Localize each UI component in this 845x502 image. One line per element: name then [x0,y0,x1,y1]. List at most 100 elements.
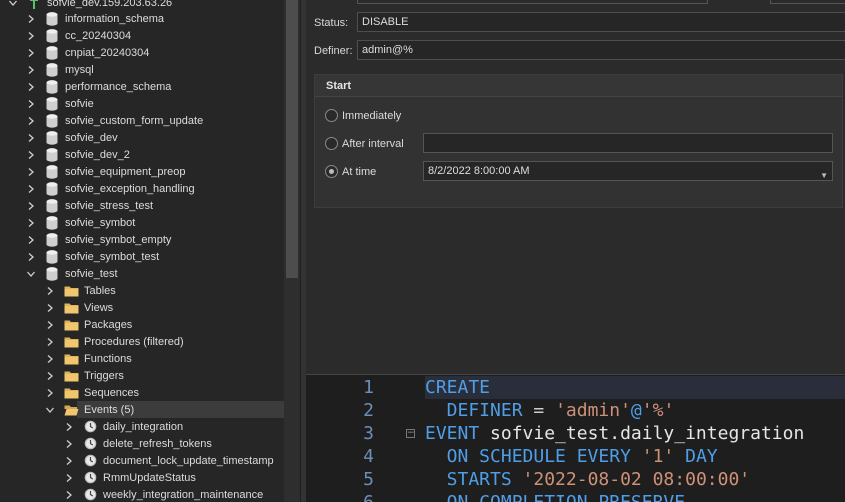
at-time-value: 8/2/2022 8:00:00 AM [428,165,530,177]
tree-node-label: sofvie_stress_test [65,199,154,212]
chevron-right-icon[interactable] [26,44,36,61]
chevron-right-icon[interactable] [45,316,55,333]
database-icon [44,215,60,230]
database-node[interactable]: sofvie [0,95,284,112]
chevron-right-icon[interactable] [26,248,36,265]
events-folder-node[interactable]: Events (5) [46,401,284,418]
folder-icon [63,318,79,332]
folder-node[interactable]: Views [0,299,284,316]
immediately-option[interactable]: Immediately [325,109,401,122]
code-line-6: ON COMPLETION PRESERVE [425,491,845,502]
database-node[interactable]: sofvie_symbot_empty [0,231,284,248]
chevron-right-icon[interactable] [45,350,55,367]
name-field-partial[interactable] [357,0,708,4]
clock-icon [82,454,98,468]
database-node[interactable]: cnpiat_20240304 [0,44,284,61]
database-node[interactable]: mysql [0,61,284,78]
code-line-3: EVENT sofvie_test.daily_integration [425,423,805,444]
tree-node-label: RmmUpdateStatus [103,471,196,484]
folder-icon [63,335,79,349]
chevron-right-icon[interactable] [26,61,36,78]
chevron-right-icon[interactable] [26,112,36,129]
tree-node-label: sofvie [65,97,94,110]
event-node[interactable]: daily_integration [0,418,284,435]
tree-node-label: Procedures (filtered) [84,335,184,348]
database-icon [44,164,60,179]
chevron-right-icon[interactable] [26,78,36,95]
chevron-right-icon[interactable] [26,231,36,248]
database-node[interactable]: sofvie_custom_form_update [0,112,284,129]
tree-node-label: sofvie_symbot_test [65,250,160,263]
chevron-down-icon[interactable]: ▼ [820,167,828,185]
chevron-right-icon[interactable] [26,10,36,27]
definer-field[interactable]: admin@% [357,40,845,60]
database-node[interactable]: sofvie_dev [0,129,284,146]
tree-node-label: sofvie_dev.159.203.63.26 [47,0,173,9]
chevron-right-icon[interactable] [45,333,55,350]
chevron-down-icon[interactable] [26,265,36,282]
folder-node[interactable]: Functions [0,350,284,367]
chevron-right-icon[interactable] [45,299,55,316]
chevron-right-icon[interactable] [64,452,74,469]
line-number: 5 [363,469,374,490]
folder-node[interactable]: Sequences [0,384,284,401]
folder-node[interactable]: Triggers [0,367,284,384]
schema-field-partial[interactable] [770,0,845,4]
chevron-right-icon[interactable] [45,282,55,299]
chevron-right-icon[interactable] [64,469,74,486]
tree-node-label: cnpiat_20240304 [65,46,150,59]
sql-editor[interactable]: 1 2 3 4 5 6 − CREATE DEFINER = 'admin'@'… [306,374,845,502]
status-field[interactable]: DISABLE [357,12,845,32]
line-number: 6 [306,491,374,502]
chevron-right-icon[interactable] [26,146,36,163]
folder-node[interactable]: Packages [0,316,284,333]
fold-toggle-icon[interactable]: − [406,429,415,438]
chevron-right-icon[interactable] [26,214,36,231]
chevron-right-icon[interactable] [64,486,74,502]
database-node[interactable]: information_schema [0,10,284,27]
chevron-right-icon[interactable] [45,384,55,401]
tree-scrollbar-thumb[interactable] [286,0,298,278]
chevron-right-icon[interactable] [26,180,36,197]
at-time-option[interactable]: At time [325,165,376,178]
database-node-expanded[interactable]: sofvie_test [0,265,284,282]
database-node[interactable]: sofvie_symbot [0,214,284,231]
chevron-right-icon[interactable] [26,27,36,44]
object-tree[interactable]: sofvie_dev.159.203.63.26 information_sche… [0,0,302,502]
database-icon [44,249,60,264]
after-interval-input[interactable] [423,133,833,153]
chevron-right-icon[interactable] [26,95,36,112]
event-node[interactable]: document_lock_update_timestamp [0,452,284,469]
folder-node[interactable]: Procedures (filtered) [0,333,284,350]
chevron-right-icon[interactable] [64,418,74,435]
after-interval-radio[interactable] [325,137,338,150]
after-interval-label: After interval [342,137,404,150]
folder-icon [63,301,79,315]
chevron-right-icon[interactable] [26,197,36,214]
event-node[interactable]: RmmUpdateStatus [0,469,284,486]
database-node[interactable]: sofvie_equipment_preop [0,163,284,180]
event-node[interactable]: delete_refresh_tokens [0,435,284,452]
tree-node-label: Packages [84,318,133,331]
chevron-right-icon[interactable] [26,163,36,180]
line-number: 3 [363,423,374,444]
database-node[interactable]: sofvie_dev_2 [0,146,284,163]
at-time-datetime-picker[interactable]: 8/2/2022 8:00:00 AM ▼ [423,161,833,181]
database-node[interactable]: performance_schema [0,78,284,95]
folder-node[interactable]: Tables [0,282,284,299]
code-line-1: CREATE [425,376,845,399]
chevron-right-icon[interactable] [45,367,55,384]
immediately-radio[interactable] [325,109,338,122]
tree-node-label: Sequences [84,386,140,399]
chevron-right-icon[interactable] [64,435,74,452]
after-interval-option[interactable]: After interval [325,137,404,150]
event-node[interactable]: weekly_integration_maintenance [0,486,284,502]
database-node[interactable]: sofvie_symbot_test [0,248,284,265]
chevron-right-icon[interactable] [26,129,36,146]
database-node[interactable]: cc_20240304 [0,27,284,44]
database-node[interactable]: sofvie_exception_handling [0,180,284,197]
chevron-down-icon[interactable] [45,401,55,418]
tree-node-label: document_lock_update_timestamp [103,454,274,467]
database-node[interactable]: sofvie_stress_test [0,197,284,214]
at-time-radio[interactable] [325,165,338,178]
